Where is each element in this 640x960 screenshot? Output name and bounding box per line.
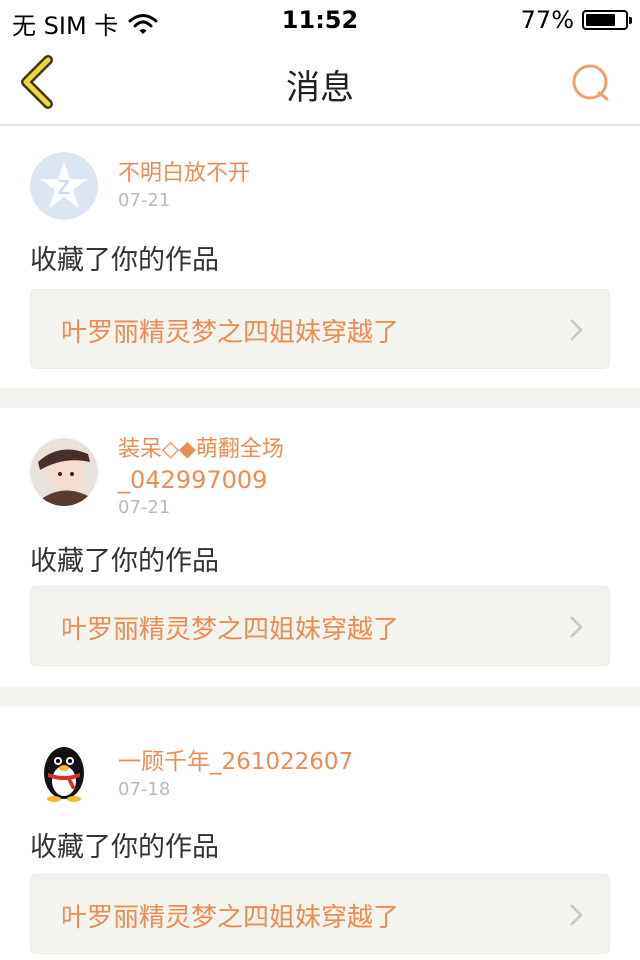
status-right: 77% <box>520 6 632 34</box>
message-item: 装呆◇◆萌翻全场 _042997009 07-21 收藏了你的作品 叶罗丽精灵梦… <box>0 408 640 687</box>
search-button[interactable] <box>570 62 612 104</box>
chevron-right-icon <box>570 616 583 638</box>
action-text: 收藏了你的作品 <box>30 245 219 276</box>
message-date: 07-21 <box>118 497 171 518</box>
nav-bar: 消息 <box>0 40 640 126</box>
svg-text:Z: Z <box>58 177 70 199</box>
chevron-right-icon <box>570 904 583 926</box>
qzone-star-icon: Z <box>30 152 98 220</box>
work-title: 叶罗丽精灵梦之四姐妹穿越了 <box>61 615 400 645</box>
action-text: 收藏了你的作品 <box>30 832 219 863</box>
page-title: 消息 <box>286 68 354 108</box>
avatar[interactable] <box>30 438 98 506</box>
username-line-1: 装呆◇◆萌翻全场 <box>118 437 284 462</box>
section-divider <box>0 687 640 707</box>
work-link[interactable]: 叶罗丽精灵梦之四姐妹穿越了 <box>30 874 610 954</box>
chevron-right-icon <box>570 319 583 341</box>
battery-fill <box>586 14 616 26</box>
user-photo <box>30 438 98 506</box>
battery-percent: 77% <box>520 6 574 34</box>
qq-penguin-icon <box>44 747 84 802</box>
work-link[interactable]: 叶罗丽精灵梦之四姐妹穿越了 <box>30 586 610 666</box>
message-date: 07-18 <box>118 779 171 800</box>
battery-icon <box>582 10 632 30</box>
section-divider <box>0 388 640 408</box>
username[interactable]: 装呆◇◆萌翻全场 _042997009 <box>118 435 284 495</box>
message-item: Z 不明白放不开 07-21 收藏了你的作品 叶罗丽精灵梦之四姐妹穿越了 <box>0 126 640 388</box>
avatar[interactable]: Z <box>30 152 98 220</box>
message-item: 一顾千年_261022607 07-18 收藏了你的作品 叶罗丽精灵梦之四姐妹穿… <box>0 707 640 960</box>
work-title: 叶罗丽精灵梦之四姐妹穿越了 <box>61 318 400 348</box>
username[interactable]: 不明白放不开 <box>118 159 250 189</box>
status-bar: 无 SIM 卡 11:52 77% <box>0 0 640 40</box>
message-list: Z 不明白放不开 07-21 收藏了你的作品 叶罗丽精灵梦之四姐妹穿越了 装呆◇… <box>0 126 640 960</box>
work-title: 叶罗丽精灵梦之四姐妹穿越了 <box>61 903 400 933</box>
username[interactable]: 一顾千年_261022607 <box>118 747 353 777</box>
avatar[interactable] <box>30 737 98 805</box>
message-date: 07-21 <box>118 190 171 211</box>
action-text: 收藏了你的作品 <box>30 546 219 577</box>
username-line-2: _042997009 <box>118 466 268 494</box>
work-link[interactable]: 叶罗丽精灵梦之四姐妹穿越了 <box>30 289 610 369</box>
